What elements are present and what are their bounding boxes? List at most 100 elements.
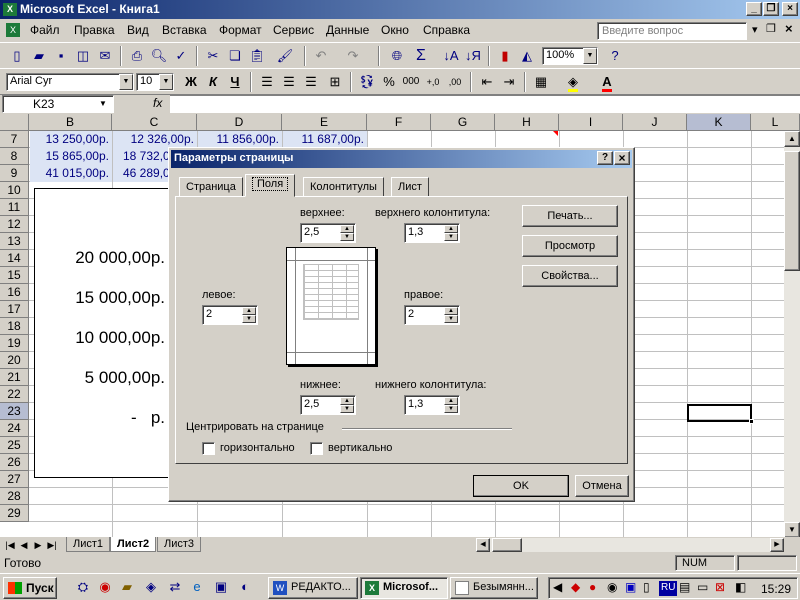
- row-header[interactable]: 17: [0, 301, 29, 318]
- chevron-down-icon[interactable]: ▼: [119, 74, 133, 90]
- row-header[interactable]: 9: [0, 165, 29, 182]
- cancel-button[interactable]: Отмена: [575, 475, 629, 497]
- workbook-icon[interactable]: X: [6, 23, 20, 37]
- print-icon[interactable]: ⎙: [126, 45, 148, 67]
- preview-button[interactable]: Просмотр: [522, 235, 618, 257]
- menu-file[interactable]: Файл: [30, 23, 60, 37]
- center-horizontal-checkbox[interactable]: [202, 442, 215, 455]
- fill-handle[interactable]: [749, 419, 754, 424]
- row-header[interactable]: 28: [0, 488, 29, 505]
- underline-button[interactable]: Ч: [224, 71, 246, 93]
- spin-up-icon[interactable]: ▲: [242, 307, 256, 315]
- task-button[interactable]: Безымянн...: [450, 577, 538, 599]
- selected-cell[interactable]: [687, 404, 754, 424]
- percent-icon[interactable]: %: [378, 71, 400, 93]
- doc-close-down-icon[interactable]: ▾: [752, 23, 758, 36]
- start-button[interactable]: Пуск: [3, 577, 57, 599]
- currency-icon[interactable]: 💱︎: [356, 71, 378, 93]
- close-icon[interactable]: ×: [782, 2, 798, 16]
- spin-up-icon[interactable]: ▲: [444, 397, 458, 405]
- autosum-icon[interactable]: Σ: [410, 45, 432, 67]
- scroll-thumb[interactable]: [784, 151, 800, 271]
- tray-icon[interactable]: ●: [589, 580, 596, 594]
- left-margin-input[interactable]: 2 ▲ ▼: [202, 305, 258, 325]
- tray-icon[interactable]: ▤: [679, 580, 690, 594]
- doc-close-icon[interactable]: ×: [785, 21, 793, 36]
- merge-center-icon[interactable]: ⊞: [324, 71, 346, 93]
- row-header[interactable]: 10: [0, 182, 29, 199]
- scroll-down-icon[interactable]: ▼: [784, 522, 800, 538]
- bold-button[interactable]: Ж: [180, 71, 202, 93]
- row-header[interactable]: 22: [0, 386, 29, 403]
- data-cell[interactable]: 18 732,0: [113, 148, 173, 165]
- data-cell[interactable]: 11 856,00р.: [198, 131, 282, 148]
- row-header[interactable]: 25: [0, 437, 29, 454]
- font-name-select[interactable]: Arial Cyr ▼: [6, 73, 134, 91]
- column-header[interactable]: B: [29, 114, 112, 131]
- desktop-icon[interactable]: ▣: [210, 576, 232, 598]
- spin-down-icon[interactable]: ▼: [340, 233, 354, 241]
- ok-button[interactable]: OK: [473, 475, 569, 497]
- right-margin-input[interactable]: 2 ▲ ▼: [404, 305, 460, 325]
- column-header[interactable]: K: [687, 114, 751, 131]
- outdent-icon[interactable]: ⇤: [476, 71, 498, 93]
- spin-up-icon[interactable]: ▲: [340, 397, 354, 405]
- data-cell[interactable]: 12 326,00р.: [113, 131, 197, 148]
- sort-ascending-icon[interactable]: ↓A: [440, 45, 462, 67]
- formula-input[interactable]: [170, 95, 800, 113]
- row-header[interactable]: 23: [0, 403, 29, 420]
- last-sheet-icon[interactable]: ▶|: [46, 538, 58, 552]
- horizontal-scrollbar[interactable]: ◀ ▶: [476, 538, 784, 552]
- menu-data[interactable]: Данные: [326, 23, 369, 37]
- open-folder-icon[interactable]: ▰: [28, 45, 50, 67]
- spin-up-icon[interactable]: ▲: [340, 225, 354, 233]
- font-size-select[interactable]: 10 ▼: [136, 73, 174, 91]
- email-icon[interactable]: ✉: [94, 45, 116, 67]
- spin-down-icon[interactable]: ▼: [242, 315, 256, 323]
- help-question-input[interactable]: Введите вопрос: [597, 22, 747, 40]
- scroll-up-icon[interactable]: ▲: [784, 131, 800, 147]
- italic-button[interactable]: К: [202, 71, 224, 93]
- data-cell[interactable]: 46 289,0: [113, 165, 173, 182]
- row-header[interactable]: 16: [0, 284, 29, 301]
- quicklaunch-icon[interactable]: ◈: [140, 576, 162, 598]
- zoom-select[interactable]: 100% ▼: [542, 47, 598, 65]
- new-document-icon[interactable]: ▯: [6, 45, 28, 67]
- name-box[interactable]: K23 ▼: [2, 95, 114, 113]
- media-icon[interactable]: ◐: [234, 576, 256, 598]
- spelling-icon[interactable]: ✓: [170, 45, 192, 67]
- hyperlink-icon[interactable]: 🌐︎: [386, 45, 408, 67]
- menu-window[interactable]: Окно: [381, 23, 409, 37]
- fill-color-icon[interactable]: ◈: [562, 71, 584, 93]
- format-painter-icon[interactable]: 🖌︎: [274, 45, 296, 67]
- decrease-decimal-icon[interactable]: ,00: [444, 71, 466, 93]
- language-indicator[interactable]: RU: [659, 581, 678, 596]
- footer-margin-input[interactable]: 1,3 ▲ ▼: [404, 395, 460, 415]
- row-header[interactable]: 14: [0, 250, 29, 267]
- tab-margins[interactable]: Поля: [245, 174, 296, 197]
- column-header[interactable]: F: [367, 114, 431, 131]
- close-icon[interactable]: ×: [614, 151, 630, 165]
- header-margin-input[interactable]: 1,3 ▲ ▼: [404, 223, 460, 243]
- thousands-icon[interactable]: 000: [400, 71, 422, 93]
- column-header[interactable]: C: [112, 114, 197, 131]
- prev-sheet-icon[interactable]: ◀: [18, 538, 30, 552]
- spin-down-icon[interactable]: ▼: [444, 405, 458, 413]
- row-header[interactable]: 26: [0, 454, 29, 471]
- column-header[interactable]: J: [623, 114, 687, 131]
- chart-wizard-icon[interactable]: ▮: [494, 45, 516, 67]
- scroll-left-icon[interactable]: ◀: [476, 538, 490, 552]
- vertical-scrollbar[interactable]: ▲ ▼: [784, 131, 800, 538]
- undo-icon[interactable]: ↶: [310, 45, 332, 67]
- font-color-icon[interactable]: A: [596, 71, 618, 93]
- bottom-margin-input[interactable]: 2,5 ▲ ▼: [300, 395, 356, 415]
- tray-icon[interactable]: ▯: [643, 580, 650, 594]
- data-cell[interactable]: 11 687,00р.: [283, 131, 367, 148]
- data-cell[interactable]: 15 865,00р.: [30, 148, 112, 165]
- row-header[interactable]: 27: [0, 471, 29, 488]
- spin-down-icon[interactable]: ▼: [444, 233, 458, 241]
- row-header[interactable]: 24: [0, 420, 29, 437]
- spin-down-icon[interactable]: ▼: [444, 315, 458, 323]
- column-header[interactable]: E: [282, 114, 367, 131]
- embedded-chart[interactable]: 20 000,00р. 15 000,00р. 10 000,00р. 5 00…: [34, 188, 174, 478]
